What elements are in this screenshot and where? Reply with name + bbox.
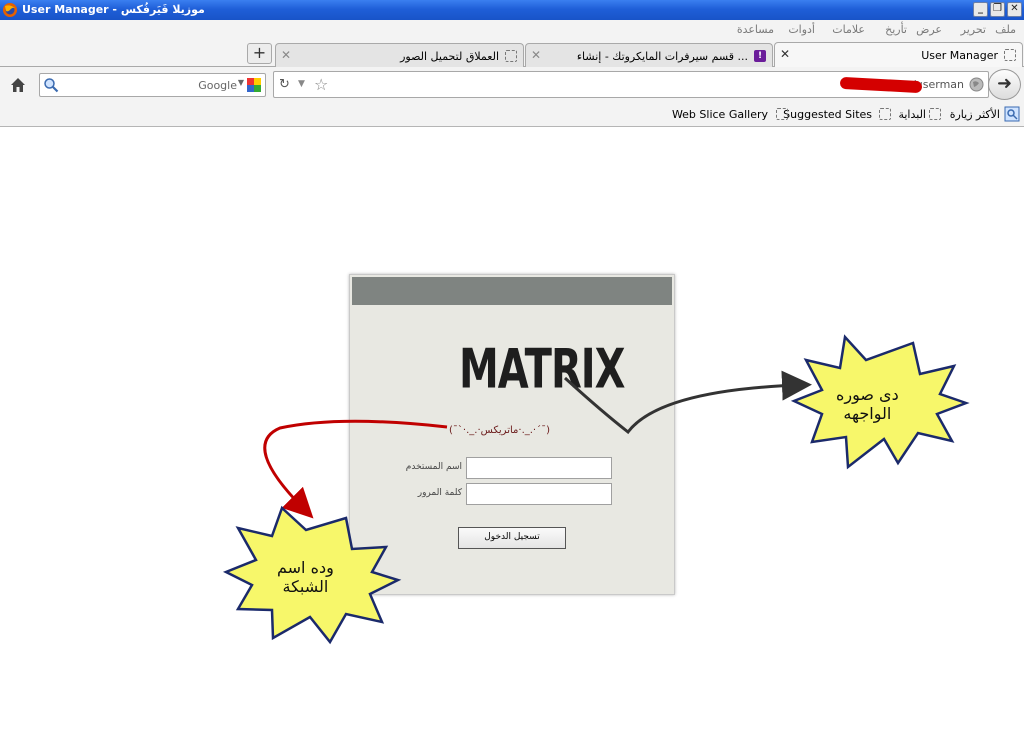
window-titlebar: User Manager - موزيلا فَيَرفُكس _ ❐ ✕ <box>0 0 1024 20</box>
password-label: كلمة المرور <box>417 488 462 498</box>
star-icon[interactable]: ☆ <box>314 75 328 94</box>
go-button[interactable]: ➜ <box>988 69 1021 100</box>
page-icon <box>776 108 788 120</box>
page-icon <box>1004 49 1016 61</box>
menu-bookmarks[interactable]: علامات <box>832 23 865 36</box>
firefox-logo-icon <box>3 3 17 17</box>
search-engine-name: Google <box>198 79 237 92</box>
search-box[interactable]: Google ▼ <box>39 73 266 97</box>
new-tab-button[interactable]: + <box>247 43 272 64</box>
callout-network-text: وده اسم الشبكة <box>277 558 334 596</box>
url-bar[interactable]: ↻ ▼ ☆ /userman <box>273 71 989 98</box>
menu-tools[interactable]: أدوات <box>788 23 815 36</box>
login-panel: MATRIX (¯`·._.·ماتريكس·._.·´¯) اسم المست… <box>349 274 675 595</box>
close-tab-icon[interactable]: ✕ <box>531 48 541 62</box>
tab-label: العملاق لتحميل الصور <box>400 50 499 63</box>
page-icon <box>879 108 891 120</box>
menu-history[interactable]: تأريخ <box>885 23 907 36</box>
bookmark-getting-started[interactable]: البداية <box>898 108 926 121</box>
callout-face-line2: الواجهه <box>843 404 892 423</box>
redaction-mark <box>839 76 923 94</box>
page-icon <box>929 108 941 120</box>
login-header-bar <box>352 277 672 305</box>
callout-network-line2: الشبكة <box>282 577 329 596</box>
home-icon[interactable] <box>8 75 28 95</box>
tab-mikrotik[interactable]: ! قسم سيرفرات المايكروتك - إنشاء ... ✕ <box>525 43 773 68</box>
minimize-button[interactable]: _ <box>973 2 988 17</box>
restore-button[interactable]: ❐ <box>990 2 1005 17</box>
google-icon[interactable] <box>246 77 262 93</box>
close-tab-icon[interactable]: ✕ <box>281 48 291 62</box>
arrow-right-icon: ➜ <box>996 73 1013 94</box>
menu-help[interactable]: مساعدة <box>737 23 774 36</box>
menu-edit[interactable]: تحرير <box>961 23 986 36</box>
matrix-logo: MATRIX <box>459 339 625 402</box>
close-window-button[interactable]: ✕ <box>1007 2 1022 17</box>
network-name-label: (¯`·._.·ماتريكس·._.·´¯) <box>449 425 551 436</box>
username-label: اسم المستخدم <box>405 462 462 472</box>
chevron-down-icon[interactable]: ▼ <box>238 78 244 87</box>
menu-file[interactable]: ملف <box>995 23 1016 36</box>
callout-face-text: دى صوره الواجهه <box>836 385 899 423</box>
magnifier-icon[interactable] <box>43 77 59 93</box>
tab-user-manager[interactable]: User Manager ✕ <box>774 42 1023 68</box>
close-tab-icon[interactable]: ✕ <box>780 47 790 61</box>
login-submit-button[interactable]: تسجيل الدخول <box>458 527 566 549</box>
bookmarks-menu-icon[interactable] <box>1004 106 1020 122</box>
yahoo-icon: ! <box>754 50 766 62</box>
bookmark-suggested-sites[interactable]: Suggested Sites <box>783 108 872 121</box>
password-field[interactable] <box>466 483 612 505</box>
username-field[interactable] <box>466 457 612 479</box>
page-icon <box>505 50 517 62</box>
tab-label: قسم سيرفرات المايكروتك - إنشاء ... <box>576 50 748 63</box>
bookmarks-bar: الأكثر زيارة البداية Suggested Sites Web… <box>0 102 1024 127</box>
menu-bar: ملف تحرير عرض تأريخ علامات أدوات مساعدة <box>0 20 1024 41</box>
callout-network-line1: وده اسم <box>277 558 334 577</box>
history-dropdown-icon[interactable]: ▼ <box>298 79 305 89</box>
reload-icon[interactable]: ↻ <box>279 77 290 92</box>
callout-face-line1: دى صوره <box>836 385 899 404</box>
tab-image-upload[interactable]: العملاق لتحميل الصور ✕ <box>275 43 524 68</box>
bookmark-web-slice-gallery[interactable]: Web Slice Gallery <box>672 108 768 121</box>
bookmark-most-visited[interactable]: الأكثر زيارة <box>950 108 1000 121</box>
tab-label: User Manager <box>921 49 998 62</box>
globe-icon <box>969 77 984 92</box>
menu-view[interactable]: عرض <box>916 23 942 36</box>
window-title: User Manager - موزيلا فَيَرفُكس <box>22 3 205 16</box>
